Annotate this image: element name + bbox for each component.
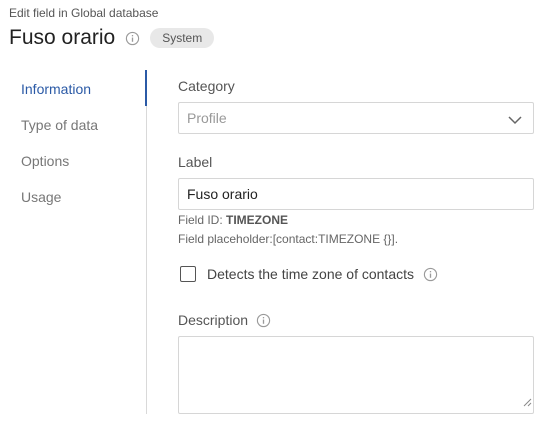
page-title: Fuso orario [9, 26, 116, 49]
sidebar-item-type-of-data[interactable]: Type of data [21, 117, 98, 133]
field-placeholder-text: Field placeholder:[contact:TIMEZONE {}]. [178, 232, 399, 246]
sidebar-nav: Information Type of data Options Usage [0, 70, 147, 414]
title-row: Fuso orario System [9, 26, 215, 50]
label-input-value: Fuso orario [187, 186, 258, 202]
system-badge: System [150, 28, 215, 48]
page-subtitle: Edit field in Global database [9, 6, 159, 20]
category-select[interactable]: Profile [178, 102, 534, 134]
sidebar-item-information[interactable]: Information [21, 81, 91, 97]
resize-handle-icon[interactable] [523, 394, 532, 412]
sidebar-item-options[interactable]: Options [21, 153, 69, 169]
label-field-label: Label [178, 154, 213, 170]
field-id-value: TIMEZONE [226, 213, 289, 227]
info-icon[interactable] [125, 31, 140, 46]
detect-timezone-checkbox[interactable] [180, 266, 196, 282]
info-icon[interactable] [256, 313, 271, 328]
description-label: Description [178, 312, 249, 328]
description-label-row: Description [178, 312, 271, 328]
detect-timezone-label[interactable]: Detects the time zone of contacts [207, 266, 414, 282]
chevron-down-icon [508, 112, 522, 130]
category-label: Category [178, 78, 235, 94]
detect-timezone-row: Detects the time zone of contacts [180, 266, 438, 282]
field-id-prefix: Field ID: [178, 213, 227, 227]
active-indicator [145, 70, 147, 106]
sidebar-item-usage[interactable]: Usage [21, 189, 61, 205]
label-input[interactable]: Fuso orario [178, 178, 534, 210]
description-textarea[interactable] [178, 336, 534, 414]
field-id-text: Field ID: TIMEZONE [178, 213, 288, 227]
info-icon[interactable] [423, 267, 438, 282]
category-value: Profile [187, 110, 227, 126]
